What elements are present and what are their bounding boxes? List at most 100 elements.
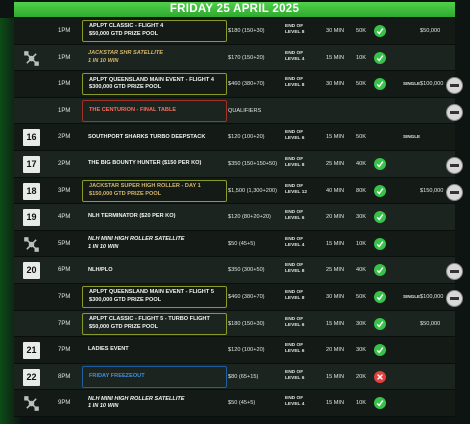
event-name[interactable]: SOUTHPORT SHARKS TURBO DEEPSTACK xyxy=(82,126,227,148)
level-duration: 20 MIN xyxy=(326,347,345,354)
chip-badge-icon xyxy=(446,289,463,307)
check-icon xyxy=(374,237,386,250)
schedule-row[interactable]: 22 8PM FRIDAY FREEZEOUT $80 (65+15) END OF LE… xyxy=(14,363,455,391)
late-registration: END OF LEVEL 6 xyxy=(285,316,305,328)
starting-stack: 50K xyxy=(356,293,366,300)
late-registration: END OF LEVEL 8 xyxy=(285,263,305,275)
schedule-row[interactable]: 1PM THE CENTURION - FINAL TABLE QUALIFIERS xyxy=(14,97,463,125)
start-time: 2PM xyxy=(58,134,71,141)
guarantee: $150,000 xyxy=(420,187,444,194)
entry-type: SINGLE xyxy=(403,293,421,299)
chip-badge-icon xyxy=(446,263,463,281)
starting-stack: 40K xyxy=(356,160,366,167)
buy-in: $120 (100+20) xyxy=(228,347,265,354)
event-name[interactable]: THE BIG BOUNTY HUNTER ($150 PER KO) xyxy=(82,153,227,175)
event-name[interactable]: APLPT QUEENSLAND MAIN EVENT - FLIGHT 4 $3… xyxy=(82,73,227,96)
starting-stack: 30K xyxy=(356,347,366,354)
day-number: 17 xyxy=(23,155,40,173)
starting-stack: 50K xyxy=(356,134,366,141)
event-name[interactable]: JACKSTAR SHR SATELLITE 1 IN 10 WIN xyxy=(82,47,227,69)
schedule-row[interactable]: 1PM APLPT CLASSIC - FLIGHT 4 $50,000 GTD P… xyxy=(14,18,455,45)
event-name[interactable]: NLH/PLO xyxy=(82,259,227,281)
event-name[interactable]: NLH MINI HIGH ROLLER SATELLITE 1 IN 10 WI… xyxy=(82,233,227,255)
start-time: 7PM xyxy=(58,293,71,300)
schedule-row[interactable]: 17 2PM THE BIG BOUNTY HUNTER ($150 PER KO)… xyxy=(14,150,463,178)
starting-stack: 10K xyxy=(356,400,366,407)
event-name[interactable]: APLPT CLASSIC - FLIGHT 4 $50,000 GTD PRIZ… xyxy=(82,20,227,42)
schedule-row[interactable]: 20 6PM NLH/PLO $350 (300+50) END OF LEVEL 8 25… xyxy=(14,257,463,284)
chip-badge-icon xyxy=(446,103,463,121)
chip-badge-icon xyxy=(446,77,463,95)
guarantee: $50,000 xyxy=(420,320,441,327)
event-name[interactable]: APLPT QUEENSLAND MAIN EVENT - FLIGHT 5 $3… xyxy=(82,285,227,308)
buy-in: $180 (150+30) xyxy=(228,28,265,34)
schedule-row[interactable]: 7PM APLPT QUEENSLAND MAIN EVENT - FLIGHT … xyxy=(14,283,463,311)
schedule-rows: 1PM APLPT CLASSIC - FLIGHT 4 $50,000 GTD P… xyxy=(14,18,463,417)
cross-icon xyxy=(374,370,386,383)
start-time: 3PM xyxy=(58,187,71,194)
late-registration: END OF LEVEL 4 xyxy=(285,50,305,62)
event-title: NLH MINI HIGH ROLLER SATELLITE xyxy=(88,395,185,402)
event-title: NLH TERMINATOR ($20 PER KO) xyxy=(88,213,176,220)
level-duration: 15 MIN xyxy=(326,240,345,247)
starting-stack: 50K xyxy=(356,28,366,34)
starting-stack: 10K xyxy=(356,54,366,61)
late-registration: END OF LEVEL 4 xyxy=(285,236,305,248)
late-registration: END OF LEVEL 6 xyxy=(285,343,305,355)
level-duration: 15 MIN xyxy=(326,134,345,141)
check-icon xyxy=(374,51,386,64)
event-subtitle: $300,000 GTD PRIZE POOL xyxy=(89,84,162,91)
start-time: 1PM xyxy=(58,28,71,34)
event-title: THE CENTURION - FINAL TABLE xyxy=(89,107,177,113)
event-subtitle: $150,000 GTD PRIZE POOL xyxy=(89,190,162,197)
late-registration: END OF LEVEL 6 xyxy=(285,210,305,222)
level-duration: 15 MIN xyxy=(326,373,345,380)
event-title: SOUTHPORT SHARKS TURBO DEEPSTACK xyxy=(88,133,206,140)
event-name[interactable]: NLH TERMINATOR ($20 PER KO) xyxy=(82,206,227,228)
start-time: 8PM xyxy=(58,373,71,380)
check-icon xyxy=(374,25,386,37)
level-duration: 30 MIN xyxy=(326,28,345,34)
level-duration: 30 MIN xyxy=(326,293,345,300)
event-title: FRIDAY FREEZEOUT xyxy=(89,372,145,379)
schedule-row[interactable]: 9PM NLH MINI HIGH ROLLER SATELLITE 1 IN 10… xyxy=(14,390,455,417)
level-duration: 15 MIN xyxy=(326,400,345,407)
schedule-row[interactable]: 5PM NLH MINI HIGH ROLLER SATELLITE 1 IN 10… xyxy=(14,230,455,258)
event-title: APLPT CLASSIC - FLIGHT 5 - TURBO FLIGHT xyxy=(89,315,210,322)
late-registration: END OF LEVEL 12 xyxy=(285,183,308,195)
schedule-row[interactable]: 21 7PM LADIES EVENT $120 (100+20) END OF LEVE… xyxy=(14,337,455,364)
schedule-row[interactable]: 1PM JACKSTAR SHR SATELLITE 1 IN 10 WIN $170… xyxy=(14,44,455,72)
event-title: NLH MINI HIGH ROLLER SATELLITE xyxy=(88,236,185,243)
event-name[interactable]: THE CENTURION - FINAL TABLE xyxy=(82,99,227,122)
entry-type: SINGLE xyxy=(403,134,421,140)
satellite-icon xyxy=(24,50,39,66)
schedule-row[interactable]: 16 2PM SOUTHPORT SHARKS TURBO DEEPSTACK $12… xyxy=(14,124,455,151)
event-name[interactable]: NLH MINI HIGH ROLLER SATELLITE 1 IN 10 WI… xyxy=(82,392,227,414)
schedule-row[interactable]: 18 3PM JACKSTAR SUPER HIGH ROLLER - DAY 1 $… xyxy=(14,177,463,205)
event-name[interactable]: JACKSTAR SUPER HIGH ROLLER - DAY 1 $150,0… xyxy=(82,179,227,202)
late-registration: END OF LEVEL 6 xyxy=(285,130,305,142)
event-name[interactable]: LADIES EVENT xyxy=(82,339,227,361)
starting-stack: 30K xyxy=(356,214,366,221)
buy-in: $180 (150+30) xyxy=(228,320,265,327)
check-icon xyxy=(374,397,386,410)
schedule-row[interactable]: 7PM APLPT CLASSIC - FLIGHT 5 - TURBO FLIG… xyxy=(14,310,455,338)
start-time: 1PM xyxy=(58,54,71,61)
schedule-row[interactable]: 1PM APLPT QUEENSLAND MAIN EVENT - FLIGHT … xyxy=(14,71,463,98)
start-time: 6PM xyxy=(58,267,71,274)
schedule-row[interactable]: 19 4PM NLH TERMINATOR ($20 PER KO) $120 (80… xyxy=(14,204,455,231)
day-number: 21 xyxy=(23,342,40,360)
buy-in: $460 (380+70) xyxy=(228,293,265,300)
start-time: 7PM xyxy=(58,320,71,327)
event-title: JACKSTAR SHR SATELLITE xyxy=(88,50,163,57)
event-title: JACKSTAR SUPER HIGH ROLLER - DAY 1 xyxy=(89,183,201,190)
buy-in: $460 (380+70) xyxy=(228,81,265,88)
late-registration: END OF LEVEL 8 xyxy=(285,156,305,168)
chip-badge-icon xyxy=(446,183,463,201)
buy-in: $120 (80+20+20) xyxy=(228,214,271,221)
event-name[interactable]: APLPT CLASSIC - FLIGHT 5 - TURBO FLIGHT $… xyxy=(82,312,227,335)
event-name[interactable]: FRIDAY FREEZEOUT xyxy=(82,365,227,388)
event-subtitle: 1 IN 10 WIN xyxy=(88,57,119,64)
event-title: LADIES EVENT xyxy=(88,346,129,353)
level-duration: 15 MIN xyxy=(326,320,345,327)
